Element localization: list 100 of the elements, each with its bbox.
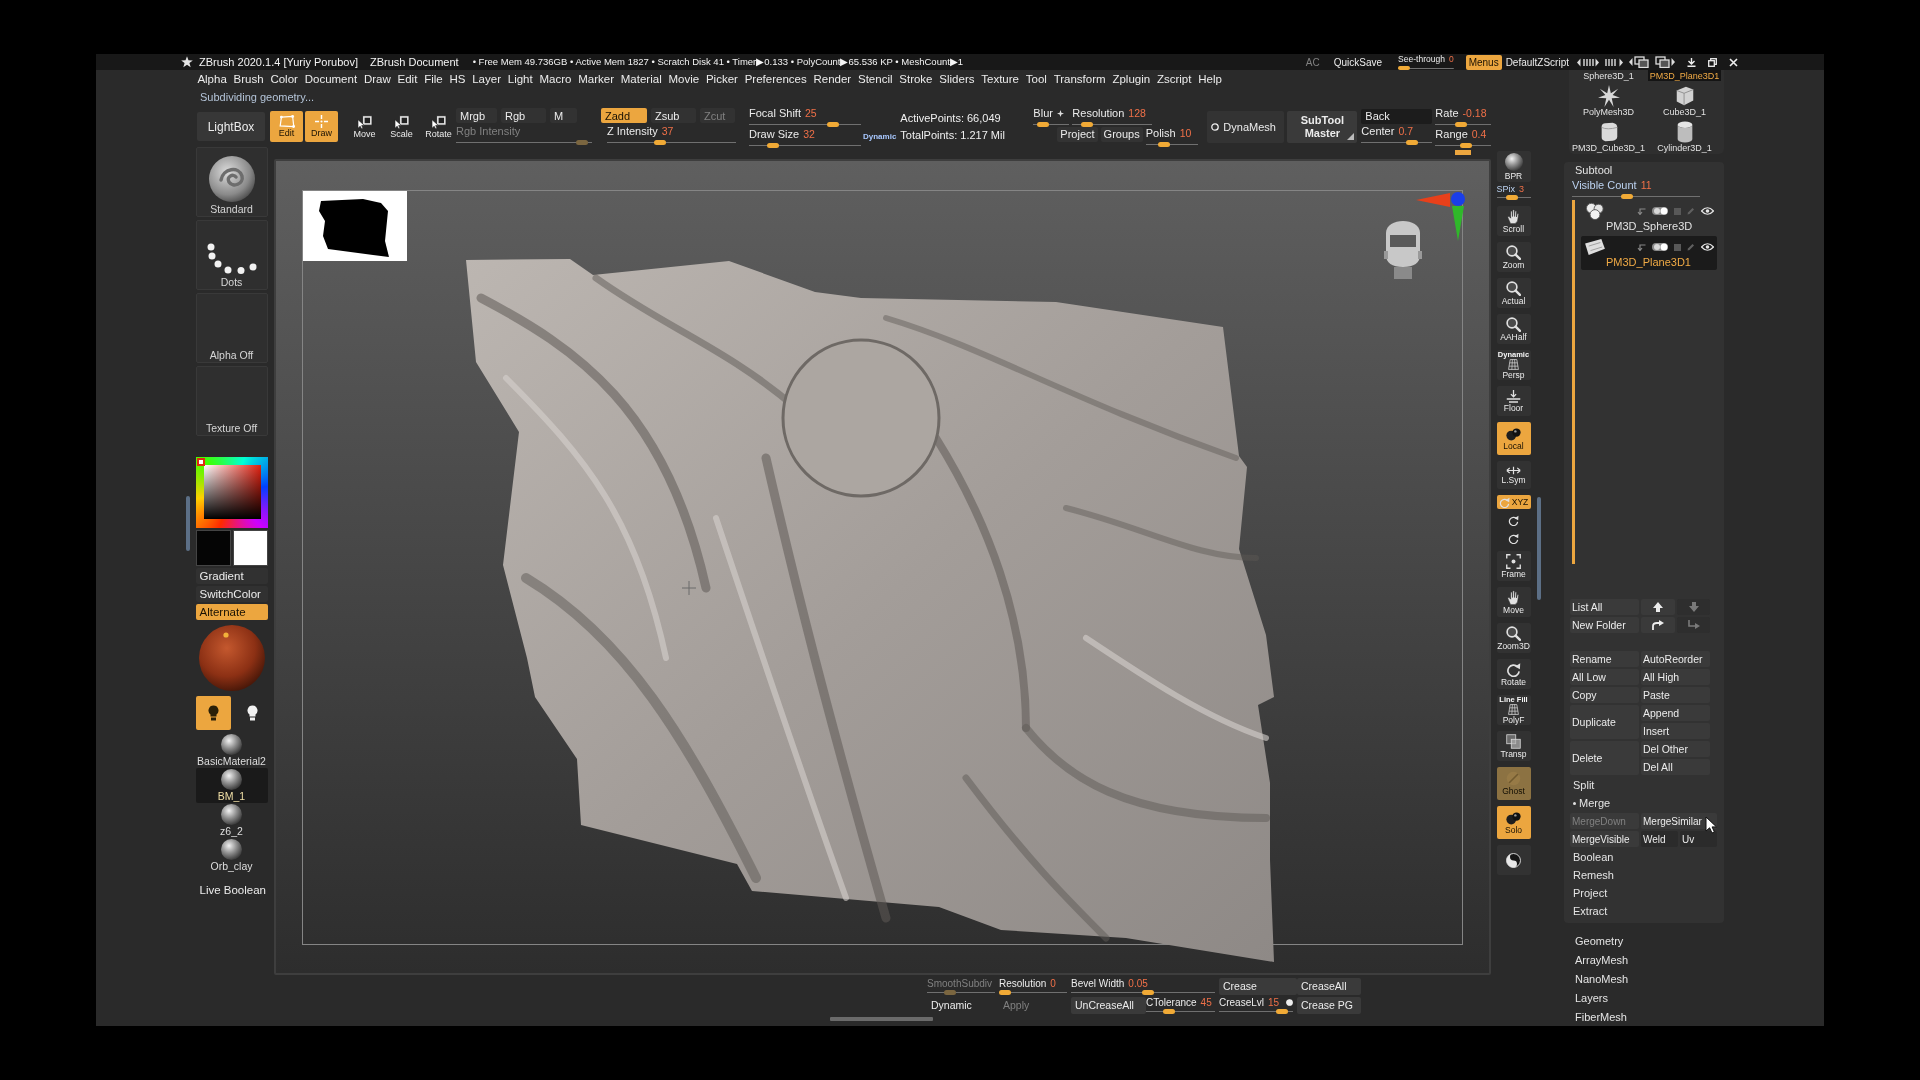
tool-thumbnail[interactable]: PolyMesh3D	[1572, 81, 1646, 117]
slider-thumb[interactable]	[1506, 195, 1519, 200]
thumbnail-button[interactable]: Alpha Off	[195, 293, 268, 363]
scrollbar-track[interactable]	[1572, 200, 1575, 564]
tool-thumbnail[interactable]: Cube3D_1	[1648, 81, 1721, 117]
shelf-button[interactable]: Move	[1496, 587, 1531, 617]
section-header[interactable]: Merge	[1570, 795, 1717, 811]
menu-item[interactable]: Edit	[394, 70, 421, 88]
slider-track[interactable]	[1435, 121, 1492, 127]
section-header[interactable]: Remesh	[1570, 867, 1717, 883]
color-option-button[interactable]: Gradient	[195, 568, 268, 584]
arrow-icon[interactable]	[1637, 207, 1646, 215]
menu-item[interactable]: Stencil	[854, 70, 896, 88]
back-button[interactable]: Back	[1361, 108, 1433, 124]
material-button[interactable]: BM_1	[195, 768, 268, 803]
shelf-button[interactable]: AAHalf	[1496, 314, 1531, 344]
shelf-button[interactable]: Zoom	[1496, 242, 1531, 272]
menu-item[interactable]: Macro	[536, 70, 575, 88]
palette-item[interactable]: ArrayMesh	[1564, 950, 1684, 969]
shelf-button[interactable]: Frame	[1496, 551, 1531, 581]
menu-item[interactable]: Tool	[1022, 70, 1051, 88]
action-button[interactable]: All Low	[1570, 669, 1639, 685]
slider-thumb[interactable]	[653, 140, 666, 145]
tool-thumbnail[interactable]: Cylinder3D_1	[1648, 117, 1721, 153]
action-button[interactable]: Paste	[1641, 687, 1710, 703]
shelf-button[interactable]: Transp	[1496, 731, 1531, 761]
slider-thumb[interactable]	[1157, 141, 1170, 147]
action-button[interactable]: Crease	[1219, 977, 1297, 995]
menu-item[interactable]: Help	[1194, 70, 1226, 88]
subtool-item[interactable]: PM3D_Sphere3D	[1581, 200, 1717, 234]
title-button[interactable]: QuickSave	[1331, 54, 1385, 70]
slider-thumb[interactable]	[1142, 990, 1155, 995]
slider-thumb[interactable]	[827, 121, 839, 127]
mode-button[interactable]: Rgb	[501, 108, 546, 123]
menu-item[interactable]: Light	[504, 70, 537, 88]
menu-item[interactable]: Movie	[665, 70, 703, 88]
material-button[interactable]: BasicMaterial2	[195, 733, 268, 768]
tool-thumbnail[interactable]: PM3D_Plane3D1	[1648, 70, 1721, 81]
subtool-master-button[interactable]: SubTool Master	[1287, 110, 1358, 143]
slider-thumb[interactable]	[1276, 1009, 1289, 1014]
lightbox-button[interactable]: LightBox	[197, 112, 265, 141]
section-header[interactable]: Boolean	[1570, 849, 1717, 865]
mode-button[interactable]: Move	[348, 111, 381, 142]
menu-item[interactable]: Alpha	[194, 70, 231, 88]
action-button[interactable]: Delete	[1570, 741, 1639, 775]
viewport[interactable]	[274, 159, 1491, 975]
toggle-icon[interactable]	[1652, 243, 1668, 251]
color-swatch[interactable]	[195, 530, 231, 566]
shelf-button[interactable]: XYZ	[1496, 495, 1531, 509]
slider-track[interactable]	[999, 990, 1067, 995]
close-icon[interactable]	[1729, 57, 1738, 67]
action-button[interactable]: Insert	[1641, 723, 1710, 739]
slider-thumb[interactable]	[1398, 66, 1411, 70]
menu-item[interactable]: Transform	[1050, 70, 1109, 88]
shelf-button[interactable]: Local	[1496, 422, 1531, 455]
tool-thumbnail[interactable]: PM3D_Cube3D_1	[1572, 117, 1646, 153]
menu-item[interactable]: Document	[301, 70, 361, 88]
restore-icon[interactable]	[1708, 57, 1717, 67]
slider-track[interactable]	[1146, 1009, 1215, 1014]
menu-item[interactable]: Preferences	[741, 70, 811, 88]
palette-item[interactable]: Layers	[1564, 988, 1684, 1007]
palette-item[interactable]: FiberMesh	[1564, 1007, 1684, 1026]
action-button[interactable]: Del Other	[1641, 741, 1710, 757]
section-header[interactable]: Split	[1570, 777, 1717, 793]
tool-thumbnail[interactable]: Sphere3D_1	[1572, 70, 1646, 81]
menu-item[interactable]: Zscript	[1153, 70, 1195, 88]
radio-icon[interactable]	[1286, 998, 1293, 1006]
palette-item[interactable]: Geometry	[1564, 931, 1684, 950]
menu-item[interactable]: Draw	[360, 70, 395, 88]
menu-item[interactable]: Picker	[702, 70, 742, 88]
mode-button[interactable]: Scale	[385, 111, 418, 142]
shelf-button[interactable]: Actual	[1496, 278, 1531, 308]
menu-item[interactable]: Zplugin	[1109, 70, 1154, 88]
action-button[interactable]: MergeVisible	[1570, 831, 1639, 847]
square-icon[interactable]	[1674, 243, 1681, 251]
menu-item[interactable]: Render	[810, 70, 855, 88]
slider-track[interactable]	[1398, 66, 1454, 70]
dynamesh-button[interactable]: DynaMesh	[1207, 110, 1285, 143]
action-button[interactable]: Uv	[1680, 831, 1717, 847]
windows-arrow-icon[interactable]	[1655, 56, 1675, 68]
slider-thumb[interactable]	[1620, 194, 1633, 199]
menus-button[interactable]: Menus	[1465, 54, 1502, 70]
project-button[interactable]: Project	[1057, 126, 1098, 142]
action-button[interactable]: Duplicate	[1570, 705, 1639, 739]
color-option-button[interactable]: SwitchColor	[195, 586, 268, 602]
color-option-button[interactable]: Alternate	[195, 604, 268, 620]
windows-arrow-icon[interactable]	[1629, 56, 1649, 68]
live-boolean-button[interactable]: Live Boolean	[195, 882, 268, 897]
menu-item[interactable]: Brush	[230, 70, 268, 88]
bars-arrow-icon[interactable]	[1605, 57, 1623, 67]
slider-thumb[interactable]	[1080, 121, 1093, 127]
scroll-handle[interactable]	[830, 1017, 933, 1021]
action-button[interactable]: Del All	[1641, 759, 1710, 775]
slider-thumb[interactable]	[1405, 139, 1418, 145]
thumbnail-button[interactable]: Standard	[195, 147, 268, 217]
material-button[interactable]: Orb_clay	[195, 838, 268, 873]
shelf-button[interactable]: Scroll	[1496, 206, 1531, 236]
slider-thumb[interactable]	[767, 142, 779, 148]
shelf-button[interactable]: Rotate	[1496, 659, 1531, 689]
menu-item[interactable]: HS	[446, 70, 469, 88]
